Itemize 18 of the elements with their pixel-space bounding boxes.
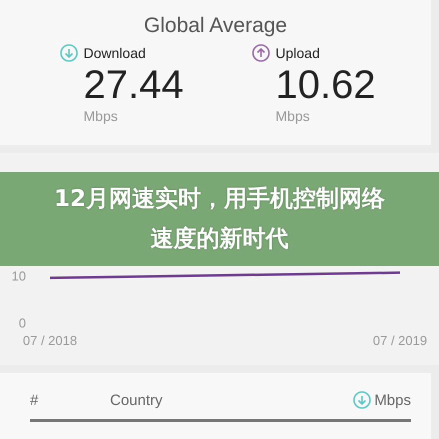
- metric-value: 27.44: [84, 62, 184, 108]
- banner-title: 12月网速实时，用手机控制网络速度的新时代: [52, 185, 386, 254]
- column-header: Mbps: [353, 391, 411, 409]
- metric-unit: Mbps: [84, 108, 119, 124]
- axis-tick-label: 07 / 2018: [22, 333, 78, 348]
- axis-tick-label: 10: [12, 268, 26, 284]
- axis-tick-label: 0: [18, 316, 26, 331]
- axis-tick-label: 07 / 2019: [372, 333, 428, 348]
- summary-title: Global Average: [144, 14, 288, 38]
- metric-label: Upload: [276, 45, 320, 61]
- column-header: Country: [110, 392, 164, 408]
- column-header: #: [30, 392, 40, 408]
- upload-icon: [252, 44, 270, 62]
- download-icon: [353, 391, 372, 409]
- metric-unit: Mbps: [276, 108, 311, 124]
- download-icon: [60, 44, 78, 62]
- metric-value: 10.62: [276, 62, 376, 108]
- metric-label: Download: [84, 45, 146, 61]
